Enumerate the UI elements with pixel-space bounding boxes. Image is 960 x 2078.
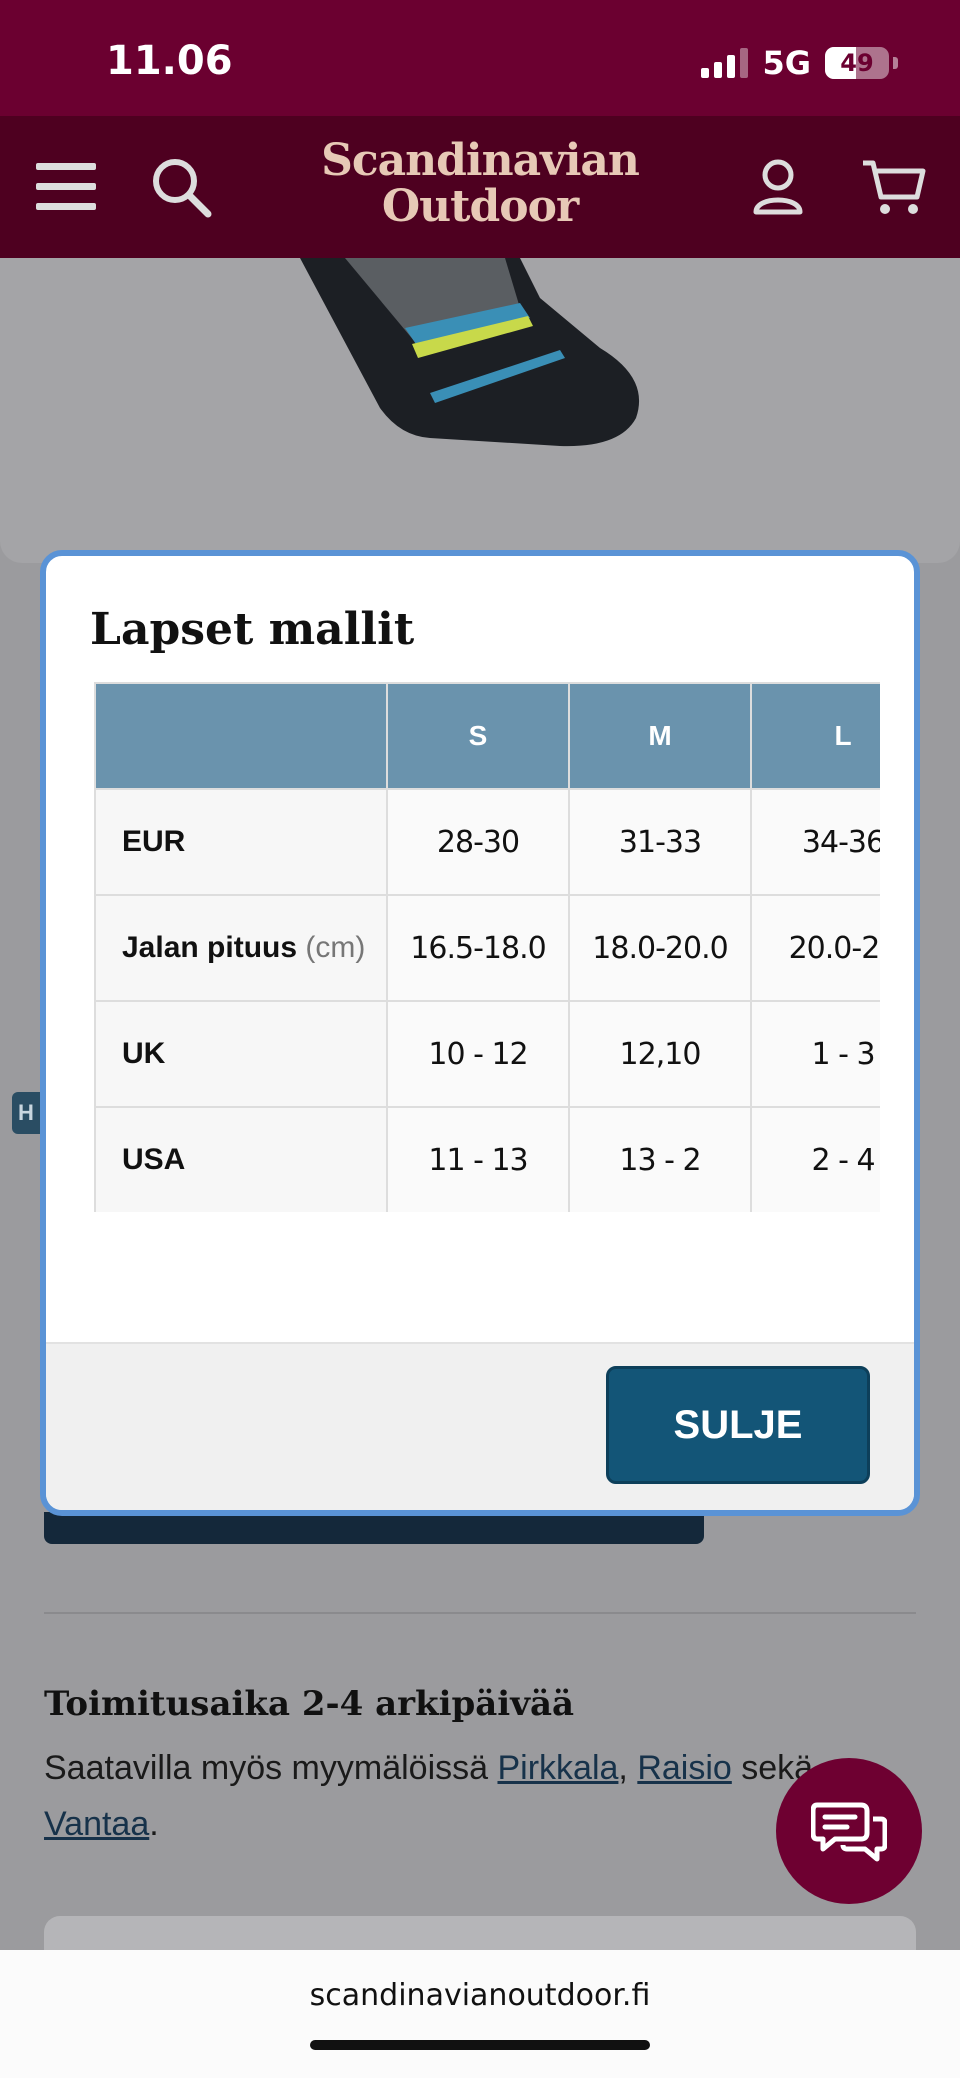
size-chart-modal: Lapset mallit S M L EUR 28-30 31-33 34-3… <box>40 550 920 1516</box>
brand-logo[interactable]: Scandinavian Outdoor <box>300 138 660 230</box>
background-button <box>44 1512 704 1544</box>
modal-footer: SULJE <box>46 1342 914 1510</box>
table-row: EUR 28-30 31-33 34-36 <box>94 788 880 896</box>
table-row: USA 11 - 13 13 - 2 2 - 4 <box>94 1106 880 1212</box>
table-cell: 34-36 <box>750 788 880 896</box>
delivery-title: Toimitusaika 2-4 arkipäivää <box>44 1684 575 1724</box>
close-button[interactable]: SULJE <box>606 1366 870 1484</box>
table-cell: 10 - 12 <box>386 1000 570 1108</box>
brand-line-2: Outdoor <box>381 181 579 232</box>
brand-line-1: Scandinavian <box>321 135 640 186</box>
battery-icon: 49 <box>825 47 889 79</box>
chat-icon <box>811 1802 887 1862</box>
row-label: Jalan pituus (cm) <box>94 894 388 1002</box>
size-table: S M L EUR 28-30 31-33 34-36 Jalan pituus… <box>94 682 880 1212</box>
delivery-comma: , <box>618 1749 638 1787</box>
table-cell: 20.0-22 <box>750 894 880 1002</box>
column-header <box>94 682 388 790</box>
column-header: L <box>750 682 880 790</box>
signal-icon <box>701 48 749 78</box>
status-bar: 11.06 5G 49 <box>0 0 960 116</box>
table-cell: 28-30 <box>386 788 570 896</box>
table-cell: 16.5-18.0 <box>386 894 570 1002</box>
chat-button[interactable] <box>776 1758 922 1904</box>
product-image <box>0 258 960 563</box>
table-cell: 18.0-20.0 <box>568 894 752 1002</box>
status-indicators: 5G 49 <box>701 44 898 82</box>
column-header: S <box>386 682 570 790</box>
size-table-scroll[interactable]: S M L EUR 28-30 31-33 34-36 Jalan pituus… <box>94 682 880 1212</box>
sock-image <box>300 258 640 447</box>
status-time: 11.06 <box>106 38 233 84</box>
table-row: UK 10 - 12 12,10 1 - 3 <box>94 1000 880 1108</box>
store-link-vantaa[interactable]: Vantaa <box>44 1805 149 1843</box>
url-text[interactable]: scandinavianoutdoor.fi <box>0 1978 960 2013</box>
user-icon[interactable] <box>748 116 808 258</box>
store-link-raisio[interactable]: Raisio <box>637 1749 731 1787</box>
table-cell: 13 - 2 <box>568 1106 752 1212</box>
store-link-pirkkala[interactable]: Pirkkala <box>497 1749 618 1787</box>
table-row: Jalan pituus (cm) 16.5-18.0 18.0-20.0 20… <box>94 894 880 1002</box>
delivery-period: . <box>149 1805 159 1843</box>
network-type: 5G <box>762 44 811 82</box>
table-cell: 1 - 3 <box>750 1000 880 1108</box>
column-header: M <box>568 682 752 790</box>
table-cell: 11 - 13 <box>386 1106 570 1212</box>
browser-url-bar[interactable]: scandinavianoutdoor.fi <box>0 1950 960 2078</box>
battery-cap <box>893 57 898 69</box>
modal-title: Lapset mallit <box>90 604 415 655</box>
table-cell: 31-33 <box>568 788 752 896</box>
home-indicator[interactable] <box>310 2040 650 2050</box>
table-header-row: S M L <box>94 682 880 790</box>
table-cell: 2 - 4 <box>750 1106 880 1212</box>
delivery-text: Saatavilla myös myymälöissä Pirkkala, Ra… <box>44 1740 844 1852</box>
divider <box>44 1612 916 1614</box>
delivery-prefix: Saatavilla myös myymälöissä <box>44 1749 498 1787</box>
table-cell: 12,10 <box>568 1000 752 1108</box>
battery-level: 49 <box>840 49 874 77</box>
row-label: EUR <box>94 788 388 896</box>
cart-icon[interactable] <box>858 116 930 258</box>
row-label: UK <box>94 1000 388 1108</box>
row-label: USA <box>94 1106 388 1212</box>
search-icon[interactable] <box>146 116 216 258</box>
menu-icon[interactable] <box>30 116 102 258</box>
site-header: Scandinavian Outdoor <box>0 116 960 258</box>
